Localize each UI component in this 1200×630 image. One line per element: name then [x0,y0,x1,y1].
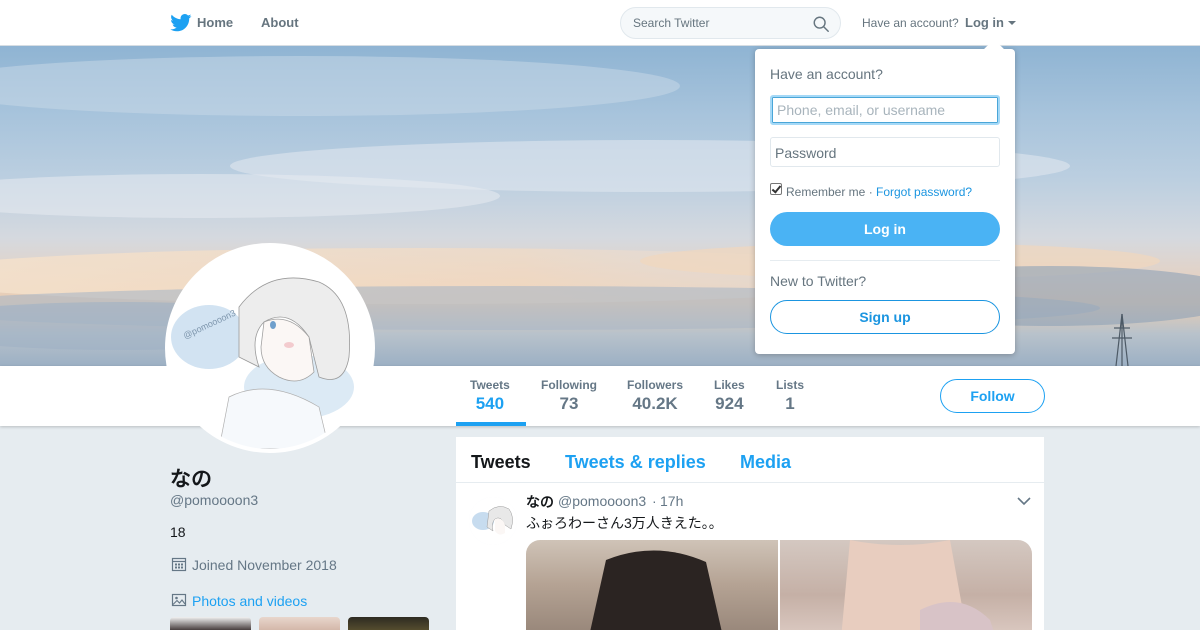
chevron-down-icon[interactable] [1017,496,1031,506]
stat-label: Followers [627,378,684,392]
calendar-icon [171,557,187,572]
tweet-author-name[interactable]: なの [526,492,554,512]
password-placeholder: Password [775,145,837,161]
search-placeholder: Search Twitter [633,16,710,30]
active-tab-underline [456,422,526,426]
profile-name: なの [170,468,212,491]
stat-followers[interactable]: Followers 40.2K [627,378,683,414]
tweet-text: ふぉろわーさん3万人きえた。。 [526,515,723,531]
stat-label: Likes [714,378,745,392]
signup-button[interactable]: Sign up [770,300,1000,334]
tab-tweets-and-replies[interactable]: Tweets & replies [565,452,706,473]
nav-about-link[interactable]: About [261,15,299,30]
have-account-label: Have an account? [862,16,959,30]
stat-lists[interactable]: Lists 1 [776,378,804,414]
forgot-password-link[interactable]: Forgot password? [876,185,972,199]
stat-likes[interactable]: Likes 924 [714,378,745,414]
photos-and-videos-link[interactable]: Photos and videos [192,593,307,609]
tweet-timestamp[interactable]: 17h [660,493,683,509]
stat-tweets[interactable]: Tweets 540 [470,378,510,414]
joined-date: Joined November 2018 [192,557,337,573]
stat-value: 924 [715,394,744,413]
photo-icon [171,593,187,607]
login-button[interactable]: Log in [770,212,1000,246]
search-input[interactable]: Search Twitter [620,7,841,39]
follow-button[interactable]: Follow [940,379,1045,413]
timeline: Tweets Tweets & replies Media なの @pomooo… [456,437,1044,630]
login-dropdown-title: Have an account? [770,66,883,82]
photo-thumbnail[interactable] [259,617,340,630]
tab-tweets[interactable]: Tweets [471,452,531,473]
photo-thumbnail[interactable] [348,617,429,630]
profile-handle[interactable]: @pomoooon3 [170,492,258,508]
avatar-illustration: @pomoooon3 [169,247,371,449]
stat-value: 73 [559,394,579,413]
profile-bio: 18 [170,524,186,540]
new-to-twitter-label: New to Twitter? [770,273,867,289]
stat-value: 540 [475,394,505,413]
stat-label: Lists [776,378,805,392]
timeline-tabs: Tweets Tweets & replies Media [456,437,1044,483]
stat-value: 1 [785,394,795,413]
caret-down-icon[interactable] [1008,21,1016,25]
tweet-avatar-illustration [469,497,517,545]
search-icon[interactable] [812,15,830,33]
login-dropdown: Have an account? Password Remember me · … [755,39,1015,354]
stat-following[interactable]: Following 73 [541,378,597,414]
tweet-photo[interactable] [526,540,778,630]
tweet-media[interactable] [526,540,1032,630]
divider [770,260,1000,261]
stat-label: Following [541,378,597,392]
nav-home-link[interactable]: Home [197,15,233,30]
login-dropdown-toggle[interactable]: Log in [965,15,1004,30]
stat-label: Tweets [470,378,510,392]
tweet-photo[interactable] [780,540,1032,630]
tweet-avatar[interactable] [469,497,517,545]
tweet-separator: · [652,493,657,509]
tweet-photo-content [841,540,994,630]
username-field[interactable] [770,95,1000,125]
stat-value: 40.2K [632,394,678,413]
tab-media[interactable]: Media [740,452,791,473]
twitter-bird-icon[interactable] [170,14,192,32]
remember-me-label: Remember me · [786,185,873,199]
top-navigation: Home About Search Twitter Have an accoun… [0,0,1200,46]
photo-thumbnail[interactable] [170,617,251,630]
remember-me-checkbox[interactable] [770,183,782,195]
tweet-author-handle[interactable]: @pomoooon3 [558,493,646,509]
tweet-photo-content [590,550,722,630]
avatar[interactable]: @pomoooon3 [165,243,375,453]
